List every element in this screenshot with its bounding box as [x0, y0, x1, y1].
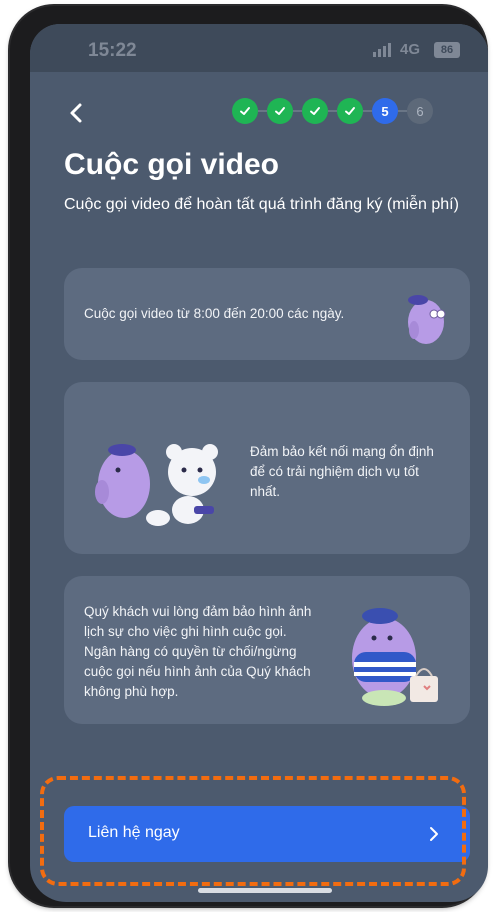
- app-screen: 15:22 4G 86 5 6 Cuộc gọi video Cuộc gọi …: [30, 24, 488, 902]
- card-text: Đảm bảo kết nối mạng ổn định để có trải …: [250, 444, 434, 499]
- back-button[interactable]: [62, 98, 92, 128]
- check-icon: [240, 107, 250, 115]
- step-6: 6: [407, 98, 433, 124]
- page-subtitle: Cuộc gọi video để hoàn tất quá trình đăn…: [64, 196, 459, 213]
- network-type: 4G: [400, 41, 421, 58]
- mascot-illustration: [408, 295, 446, 344]
- step-4: [337, 98, 363, 124]
- step-2: [267, 98, 293, 124]
- status-bar: 15:22 4G 86: [30, 24, 488, 72]
- step-connector: [258, 110, 267, 112]
- home-indicator[interactable]: [198, 888, 332, 893]
- mascot-friends-illustration: [95, 444, 218, 526]
- step-5-current: 5: [372, 98, 398, 124]
- card-text: Quý khách vui lòng đảm bảo hình ảnh lịch…: [84, 604, 312, 699]
- info-card-hours: Cuộc gọi video từ 8:00 đến 20:00 các ngà…: [64, 268, 470, 360]
- check-icon: [310, 107, 320, 115]
- mascot-bag-illustration: [352, 608, 438, 706]
- info-card-network: Đảm bảo kết nối mạng ổn định để có trải …: [64, 382, 470, 554]
- step-connector: [293, 110, 302, 112]
- signal-icon: [373, 43, 391, 57]
- status-time: 15:22: [88, 40, 137, 61]
- page-title: Cuộc gọi video: [64, 148, 280, 181]
- step-connector: [328, 110, 337, 112]
- check-icon: [275, 107, 285, 115]
- check-icon: [345, 107, 355, 115]
- step-connector: [398, 110, 407, 112]
- step-3: [302, 98, 328, 124]
- card-text: Cuộc gọi video từ 8:00 đến 20:00 các ngà…: [84, 306, 345, 321]
- chevron-left-icon: [70, 103, 82, 123]
- step-connector: [363, 110, 372, 112]
- highlight-annotation: [40, 776, 466, 886]
- battery-icon: 86: [434, 42, 460, 58]
- info-card-appearance: Quý khách vui lòng đảm bảo hình ảnh lịch…: [64, 576, 470, 724]
- step-1: [232, 98, 258, 124]
- phone-frame: 15:22 4G 86 5 6 Cuộc gọi video Cuộc gọi …: [10, 6, 488, 906]
- progress-stepper: 5 6: [232, 98, 433, 124]
